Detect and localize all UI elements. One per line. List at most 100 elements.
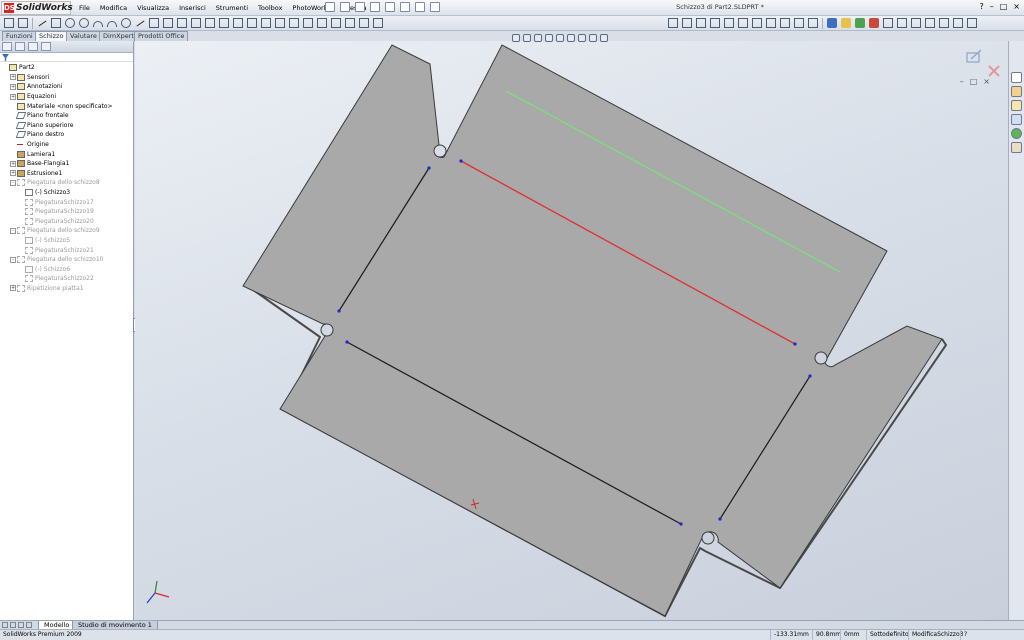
maximize-button[interactable]: □ [1000, 2, 1008, 11]
pin-icon[interactable] [325, 2, 335, 12]
arc-icon[interactable] [93, 21, 103, 27]
zoom-fit-icon[interactable] [668, 18, 678, 28]
window-icon[interactable] [808, 18, 818, 28]
shaded-sketch-icon[interactable] [345, 18, 355, 28]
tree-item[interactable]: Piano frontale [0, 111, 133, 121]
quick-snaps-icon[interactable] [303, 18, 313, 28]
collapse-icon[interactable]: - [10, 256, 16, 263]
last-tab-icon[interactable] [26, 622, 32, 628]
apply-scene-icon[interactable] [600, 34, 608, 42]
relations-icon[interactable] [275, 18, 285, 28]
sketch-picture-icon[interactable] [359, 18, 369, 28]
zoom-area-icon[interactable] [682, 18, 692, 28]
options-icon[interactable] [430, 2, 440, 12]
viewport-restore-icon[interactable]: □ [970, 77, 978, 86]
zoom-to-fit-icon[interactable] [512, 34, 520, 42]
section-view-icon[interactable] [545, 34, 553, 42]
undo-icon[interactable] [400, 2, 410, 12]
check-icon[interactable] [953, 18, 963, 28]
configuration-tab-icon[interactable] [28, 42, 38, 51]
open-folder-icon[interactable] [355, 2, 365, 12]
help-icon[interactable]: ? [979, 2, 983, 11]
tree-item[interactable]: PiegaturaSchizzo22 [0, 274, 133, 284]
menu-inserisci[interactable]: Inserisci [174, 3, 211, 13]
next-tab-icon[interactable] [18, 622, 24, 628]
tree-item[interactable]: PiegaturaSchizzo21 [0, 245, 133, 255]
expand-icon[interactable]: + [10, 160, 16, 167]
spline-icon[interactable] [107, 21, 117, 27]
display-style-icon[interactable] [567, 34, 575, 42]
sketch-icon[interactable] [4, 18, 14, 28]
hide-show-icon[interactable] [738, 18, 748, 28]
tile-icon[interactable] [794, 18, 804, 28]
cancel-sketch-icon[interactable] [988, 65, 1000, 77]
edit-appearance-icon[interactable] [589, 34, 597, 42]
annotation-note-icon[interactable] [855, 18, 865, 28]
viewport-close-icon[interactable]: × [983, 77, 990, 86]
section-properties-icon[interactable] [925, 18, 935, 28]
view-settings-icon[interactable] [780, 18, 790, 28]
measure-icon[interactable] [897, 18, 907, 28]
expand-icon[interactable]: + [10, 285, 16, 292]
centerline-icon[interactable] [135, 18, 145, 28]
tree-item[interactable]: (-) Schizzo5 [0, 236, 133, 246]
graphics-area[interactable]: – □ × [135, 41, 1008, 620]
tools-icon[interactable] [967, 18, 977, 28]
tab-valutare[interactable]: Valutare [66, 31, 101, 41]
point-icon[interactable] [149, 18, 159, 28]
custom-properties-icon[interactable] [1011, 142, 1022, 153]
menu-modifica[interactable]: Modifica [95, 3, 132, 13]
sketch-point[interactable] [345, 340, 349, 344]
tree-item[interactable]: + Equazioni [0, 92, 133, 102]
rectangle-icon[interactable] [51, 18, 61, 28]
collapse-icon[interactable]: - [10, 179, 16, 186]
offset-entities-icon[interactable] [191, 18, 201, 28]
scene-icon[interactable] [766, 18, 776, 28]
move-entities-icon[interactable] [247, 18, 257, 28]
file-explorer-icon[interactable] [1011, 100, 1022, 111]
view-palette-icon[interactable] [1011, 114, 1022, 125]
statistics-icon[interactable] [939, 18, 949, 28]
viewport-minimize-icon[interactable]: – [960, 77, 964, 86]
text-icon[interactable] [177, 18, 187, 28]
mirror-icon[interactable] [233, 18, 243, 28]
fillet-icon[interactable] [163, 18, 173, 28]
line-icon[interactable] [37, 18, 47, 28]
tree-item[interactable]: - Piegatura dello schizzo10 [0, 255, 133, 265]
expand-icon[interactable]: + [10, 83, 16, 90]
tree-item[interactable]: + Sensori [0, 73, 133, 83]
rapid-sketch-icon[interactable] [317, 18, 327, 28]
repair-sketch-icon[interactable] [289, 18, 299, 28]
filter-icon[interactable] [2, 54, 9, 61]
dimxpert-tab-icon[interactable] [41, 42, 51, 51]
zoom-to-area-icon[interactable] [523, 34, 531, 42]
tree-item[interactable]: Piano superiore [0, 121, 133, 131]
solidworks-logo[interactable]: DS SolidWorks [1, 1, 73, 15]
rebuild-icon[interactable] [415, 2, 425, 12]
linear-pattern-icon[interactable] [261, 18, 271, 28]
tree-item[interactable]: + Estrusione1 [0, 169, 133, 179]
smart-fastener-icon[interactable] [869, 18, 879, 28]
new-document-icon[interactable] [340, 2, 350, 12]
tab-funzioni[interactable]: Funzioni [2, 31, 37, 41]
design-library-icon[interactable] [1011, 86, 1022, 97]
trim-icon[interactable] [205, 18, 215, 28]
appearance-icon[interactable] [827, 18, 837, 28]
tree-item[interactable]: (-) Schizzo6 [0, 264, 133, 274]
tree-item[interactable]: Piano destro [0, 130, 133, 140]
tree-item[interactable]: - Piegatura dello schizzo9 [0, 226, 133, 236]
tab-prodotti-office[interactable]: Prodotti Office [134, 31, 189, 41]
sheet-metal-part[interactable] [242, 44, 948, 618]
sketch-point[interactable] [427, 166, 431, 170]
view-orientation-icon[interactable] [710, 18, 720, 28]
tree-item[interactable]: (-) Schizzo3 [0, 188, 133, 198]
tree-item[interactable]: - Piegatura dello schizzo8 [0, 178, 133, 188]
convert-entities-icon[interactable] [219, 18, 229, 28]
collapse-icon[interactable]: - [10, 227, 16, 234]
dimxpert-icon[interactable] [841, 18, 851, 28]
smart-dimension-icon[interactable] [18, 18, 28, 28]
property-manager-tab-icon[interactable] [15, 42, 25, 51]
sketch-point[interactable] [808, 374, 812, 378]
tab-dimxpert[interactable]: DimXpert [99, 31, 138, 41]
expand-icon[interactable]: + [10, 93, 16, 100]
